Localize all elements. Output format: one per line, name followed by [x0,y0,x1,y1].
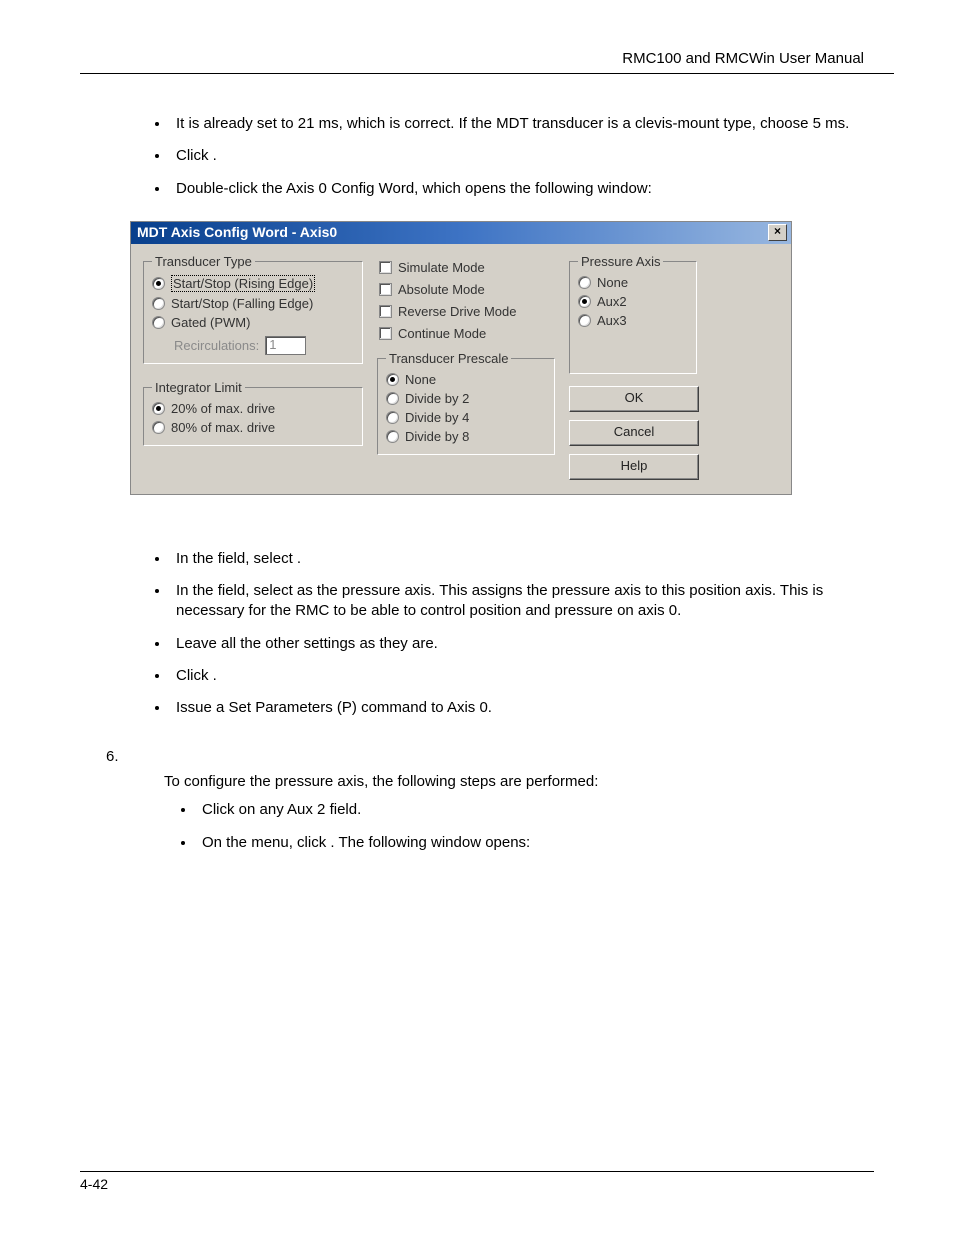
group-legend: Pressure Axis [578,254,663,269]
radio-option[interactable]: Start/Stop (Falling Edge) [152,294,354,313]
option-label: None [597,275,628,290]
integrator-limit-group: Integrator Limit 20% of max. drive 80% o… [143,380,363,446]
radio-icon [386,430,399,443]
list-item: Click on any Aux 2 field. [196,800,894,820]
option-label: Absolute Mode [398,282,485,297]
radio-icon [578,295,591,308]
radio-icon [386,392,399,405]
recirc-input[interactable]: 1 [265,336,306,355]
option-label: Aux3 [597,313,627,328]
radio-icon [578,276,591,289]
radio-option[interactable]: Divide by 2 [386,389,546,408]
option-label: Continue Mode [398,326,486,341]
list-item: In the field, select as the pressure axi… [170,581,894,622]
cancel-button[interactable]: Cancel [569,420,699,446]
list-item: Double-click the Axis 0 Config Word, whi… [170,179,894,199]
checkbox-option[interactable]: Continue Mode [379,324,555,343]
radio-icon [152,277,165,290]
checkbox-icon [379,283,392,296]
checkbox-option[interactable]: Reverse Drive Mode [379,302,555,321]
radio-icon [152,421,165,434]
header-manual-title: RMC100 and RMCWin User Manual [80,50,894,67]
option-label: Reverse Drive Mode [398,304,517,319]
bullet-list-after: In the field, select . In the field, sel… [80,549,894,719]
group-legend: Integrator Limit [152,380,245,395]
radio-option[interactable]: None [578,273,688,292]
radio-option[interactable]: 20% of max. drive [152,399,354,418]
option-label: Divide by 4 [405,410,469,425]
option-label: Simulate Mode [398,260,485,275]
radio-icon [386,373,399,386]
radio-option[interactable]: None [386,370,546,389]
option-label: Aux2 [597,294,627,309]
help-button[interactable]: Help [569,454,699,480]
radio-option[interactable]: 80% of max. drive [152,418,354,437]
radio-option[interactable]: Divide by 4 [386,408,546,427]
radio-option[interactable]: Gated (PWM) [152,313,354,332]
list-item: On the menu, click . The following windo… [196,833,894,853]
option-label: None [405,372,436,387]
prescale-group: Transducer Prescale None Divide by 2 Div… [377,351,555,455]
list-item: Click . [170,146,894,166]
group-legend: Transducer Prescale [386,351,511,366]
page-number: 4-42 [80,1176,108,1192]
radio-option[interactable]: Start/Stop (Rising Edge) [152,273,354,294]
header-rule [80,73,894,74]
option-label: Gated (PWM) [171,315,250,330]
checkbox-icon [379,327,392,340]
config-dialog: MDT Axis Config Word - Axis0 × Transduce… [130,221,792,495]
list-item: Click . [170,666,894,686]
group-legend: Transducer Type [152,254,255,269]
list-item: It is already set to 21 ms, which is cor… [170,114,894,134]
dialog-titlebar[interactable]: MDT Axis Config Word - Axis0 × [131,222,791,244]
radio-icon [152,316,165,329]
option-label: Divide by 8 [405,429,469,444]
radio-icon [152,402,165,415]
checkbox-icon [379,261,392,274]
step-6-bullets: Click on any Aux 2 field. On the menu, c… [106,800,894,853]
radio-icon [152,297,165,310]
page-footer: 4-42 [80,1164,874,1194]
list-item: In the field, select . [170,549,894,569]
step-6: 6. [106,748,894,765]
radio-option[interactable]: Divide by 8 [386,427,546,446]
checkbox-option[interactable]: Absolute Mode [379,280,555,299]
step-number: 6. [106,748,132,765]
dialog-title: MDT Axis Config Word - Axis0 [137,224,337,240]
list-item: Leave all the other settings as they are… [170,634,894,654]
option-label: 20% of max. drive [171,401,275,416]
list-item: Issue a Set Parameters (P) command to Ax… [170,698,894,718]
option-label: Start/Stop (Falling Edge) [171,296,313,311]
bullet-list-before: It is already set to 21 ms, which is cor… [80,114,894,199]
option-label: 80% of max. drive [171,420,275,435]
pressure-axis-group: Pressure Axis None Aux2 Aux3 [569,254,697,374]
checkbox-icon [379,305,392,318]
transducer-type-group: Transducer Type Start/Stop (Rising Edge)… [143,254,363,364]
option-label: Start/Stop (Rising Edge) [171,275,315,292]
option-label: Divide by 2 [405,391,469,406]
radio-icon [578,314,591,327]
radio-icon [386,411,399,424]
radio-option[interactable]: Aux3 [578,311,688,330]
radio-option[interactable]: Aux2 [578,292,688,311]
checkbox-option[interactable]: Simulate Mode [379,258,555,277]
ok-button[interactable]: OK [569,386,699,412]
close-icon[interactable]: × [768,224,787,241]
recirc-label: Recirculations: [174,338,259,353]
step-intro: To configure the pressure axis, the foll… [106,773,894,790]
